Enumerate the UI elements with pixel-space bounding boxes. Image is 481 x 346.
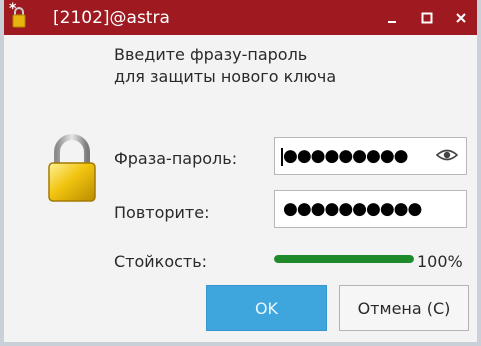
window-title: [2102]@astra xyxy=(53,8,170,28)
passphrase-dialog-window: * [2102]@astra Введите фразу-пароль для … xyxy=(0,0,481,346)
strength-percent: 100% xyxy=(417,252,463,271)
strength-meter xyxy=(274,255,414,263)
repeat-masked-value: ●●●●●●●●●● xyxy=(283,199,422,219)
passphrase-field[interactable]: ●●●●●●●●● xyxy=(274,137,467,175)
repeat-label: Повторите: xyxy=(114,203,210,222)
padlock-icon xyxy=(46,134,98,208)
minimize-button[interactable] xyxy=(377,0,407,35)
cancel-button[interactable]: Отмена (C) xyxy=(339,285,469,331)
prompt-text: Введите фразу-пароль для защиты нового к… xyxy=(114,44,336,88)
repeat-passphrase-field[interactable]: ●●●●●●●●●● xyxy=(274,190,467,228)
maximize-button[interactable] xyxy=(412,0,442,35)
prompt-line-2: для защиты нового ключа xyxy=(114,67,337,86)
passphrase-label: Фраза-пароль: xyxy=(114,149,238,168)
close-button[interactable] xyxy=(446,0,476,35)
strength-label: Стойкость: xyxy=(114,252,208,271)
passphrase-masked-value: ●●●●●●●●● xyxy=(283,146,409,166)
title-bar[interactable]: * [2102]@astra xyxy=(4,0,477,35)
lock-icon xyxy=(12,6,26,32)
show-password-eye-icon[interactable] xyxy=(435,147,459,167)
prompt-line-1: Введите фразу-пароль xyxy=(114,45,308,64)
strength-meter-fill xyxy=(274,255,414,263)
ok-button[interactable]: OK xyxy=(206,285,327,331)
